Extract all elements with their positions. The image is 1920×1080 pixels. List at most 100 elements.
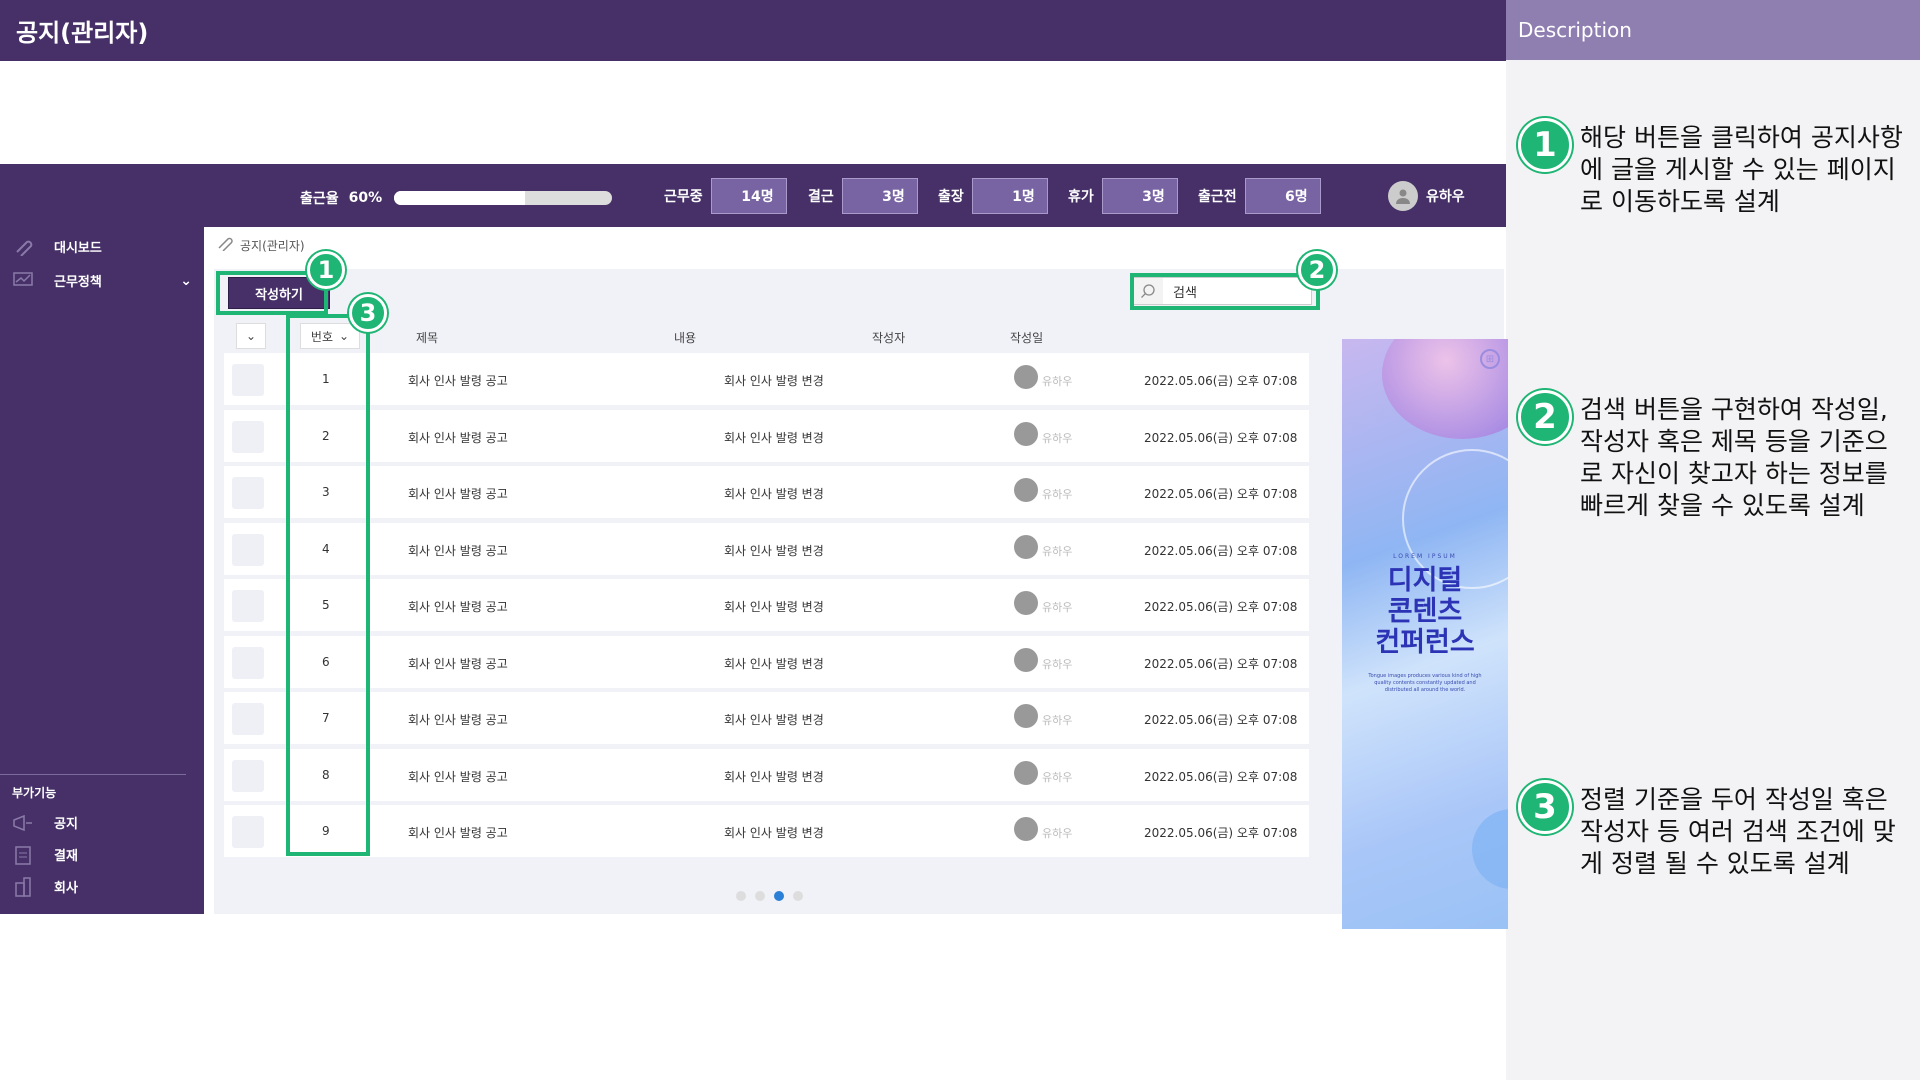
column-header-content[interactable]: 내용 [674, 329, 696, 346]
row-content: 회사 인사 발령 변경 [724, 769, 824, 784]
sidebar-item-notice[interactable]: 공지 [12, 813, 192, 832]
table-row[interactable]: 8 회사 인사 발령 공고 회사 인사 발령 변경 유하우 2022.05.06(금) … [224, 748, 1309, 801]
row-checkbox[interactable] [232, 703, 264, 735]
avatar [1014, 421, 1038, 446]
row-title[interactable]: 회사 인사 발령 공고 [408, 429, 508, 446]
stat-before-work[interactable]: 출근전 6명 [1198, 178, 1321, 214]
avatar [1014, 478, 1038, 502]
row-title[interactable]: 회사 인사 발령 공고 [408, 598, 508, 615]
row-checkbox[interactable] [232, 816, 264, 848]
column-header-date[interactable]: 작성일 [1010, 329, 1043, 346]
avatar [1014, 591, 1038, 615]
row-content: 회사 인사 발령 변경 [724, 374, 824, 388]
avatar [1014, 647, 1038, 672]
sidebar-item-work-policy[interactable]: 근무정책 ⌄ [12, 271, 192, 290]
row-checkbox[interactable] [232, 364, 264, 396]
row-content: 회사 인사 발령 변경 [724, 656, 824, 671]
column-header-author[interactable]: 작성자 [872, 329, 905, 346]
table-row[interactable]: 6 회사 인사 발령 공고 회사 인사 발령 변경 유하우 2022.05.06(금) … [224, 635, 1309, 688]
row-author-name: 유하우 [1042, 375, 1073, 388]
avatar [1014, 365, 1038, 389]
row-author: 유하우 [1014, 647, 1072, 672]
row-author: 유하우 [1014, 591, 1072, 615]
table-row[interactable]: 3 회사 인사 발령 공고 회사 인사 발령 변경 유하우 2022.05.06(금) … [224, 466, 1309, 518]
avatar [1014, 704, 1038, 728]
sidebar-item-dashboard[interactable]: 대시보드 [12, 237, 192, 256]
description-text-2: 검색 버튼을 구현하여 작성일, 작성자 혹은 제목 등을 기준으로 자신이 찾… [1580, 395, 1888, 520]
description-header: Description [1506, 0, 1920, 60]
grid-icon[interactable]: ⊞ [1480, 349, 1500, 369]
row-title[interactable]: 회사 인사 발령 공고 [408, 824, 508, 841]
row-author: 유하우 [1014, 817, 1072, 841]
annotation-highlight-2 [1130, 273, 1320, 310]
row-title[interactable]: 회사 인사 발령 공고 [408, 768, 508, 785]
table-row[interactable]: 9 회사 인사 발령 공고 회사 인사 발령 변경 유하우 2022.05.06(금) … [224, 805, 1309, 857]
row-date: 2022.05.06(금) 오후 07:08 [1144, 826, 1298, 840]
pagination-dot[interactable] [755, 891, 765, 901]
row-title[interactable]: 회사 인사 발령 공고 [408, 711, 508, 728]
screen: 공지(관리자) Description 1 해당 버튼을 클릭하여 공지사항에 … [0, 0, 1920, 1080]
sidebar-item-company[interactable]: 회사 [12, 876, 192, 897]
breadcrumb-label: 공지(관리자) [240, 238, 305, 253]
row-content: 회사 인사 발령 변경 [724, 430, 824, 445]
row-title[interactable]: 회사 인사 발령 공고 [408, 372, 508, 389]
row-content: 회사 인사 발령 변경 [724, 543, 824, 558]
chevron-down-icon[interactable]: ⌄ [236, 323, 266, 349]
attendance-progress-fill [394, 191, 525, 205]
stat-business-trip[interactable]: 출장 1명 [938, 178, 1048, 214]
chart-icon [12, 271, 34, 290]
stat-label: 출장 [938, 189, 964, 205]
description-item-3: 3 정렬 기준을 두어 작성일 혹은 작성자 등 여러 검색 조건에 맞게 정렬… [1518, 780, 1910, 880]
megaphone-icon [12, 814, 34, 832]
pagination-dot[interactable] [736, 891, 746, 901]
stat-working[interactable]: 근무중 14명 [664, 178, 787, 214]
table-row[interactable]: 2 회사 인사 발령 공고 회사 인사 발령 변경 유하우 2022.05.06(금) … [224, 409, 1309, 462]
row-title[interactable]: 회사 인사 발령 공고 [408, 485, 508, 502]
attendance-progress-bar [394, 191, 613, 205]
column-header-title[interactable]: 제목 [416, 329, 438, 346]
row-date: 2022.05.06(금) 오후 07:08 [1144, 656, 1298, 671]
notice-board: 작성하기 검색 ⌄ 번호 ⌄ 제목 내용 작성자 작성일 1 회사 인사 발령 … [214, 269, 1508, 929]
stat-absent[interactable]: 결근 3명 [808, 178, 918, 214]
banner-headline-line: 디지털 [1387, 565, 1463, 596]
row-checkbox[interactable] [232, 590, 264, 622]
row-date: 2022.05.06(금) 오후 07:08 [1144, 769, 1298, 784]
stat-vacation[interactable]: 휴가 3명 [1068, 178, 1178, 214]
chevron-down-icon[interactable]: ⌄ [180, 273, 192, 289]
pagination-dot[interactable] [793, 891, 803, 901]
row-date: 2022.05.06(금) 오후 07:08 [1144, 487, 1298, 501]
user-profile[interactable]: 유하우 [1388, 181, 1465, 211]
building-icon [12, 876, 34, 897]
row-content: 회사 인사 발령 변경 [724, 713, 824, 727]
sidebar-divider [0, 774, 186, 775]
pagination-dot[interactable] [774, 891, 784, 901]
row-checkbox[interactable] [232, 759, 264, 792]
row-date: 2022.05.06(금) 오후 07:08 [1144, 430, 1298, 445]
attendance-rate-value: 60% [348, 190, 383, 206]
row-title[interactable]: 회사 인사 발령 공고 [408, 655, 508, 672]
stat-value: 1명 [971, 178, 1048, 214]
user-icon [1396, 189, 1410, 204]
stat-label: 근무중 [664, 189, 703, 205]
table-row[interactable]: 1 회사 인사 발령 공고 회사 인사 발령 변경 유하우 2022.05.06(금) … [224, 353, 1309, 405]
row-author-name: 유하우 [1042, 544, 1073, 558]
table-row[interactable]: 7 회사 인사 발령 공고 회사 인사 발령 변경 유하우 2022.05.06(금) … [224, 692, 1309, 744]
row-checkbox[interactable] [232, 477, 264, 509]
row-checkbox[interactable] [232, 420, 264, 453]
row-checkbox[interactable] [232, 646, 264, 679]
conference-banner[interactable]: ⊞ LOREM IPSUM 디지털 콘텐츠 컨퍼런스 Tongue images… [1342, 339, 1508, 929]
row-title[interactable]: 회사 인사 발령 공고 [408, 542, 508, 559]
description-panel: Description 1 해당 버튼을 클릭하여 공지사항에 글을 게시할 수… [1506, 0, 1920, 1080]
row-date: 2022.05.06(금) 오후 07:08 [1144, 713, 1298, 727]
row-date: 2022.05.06(금) 오후 07:08 [1144, 374, 1298, 388]
sidebar-item-approval[interactable]: 결재 [12, 845, 192, 865]
table-row[interactable]: 4 회사 인사 발령 공고 회사 인사 발령 변경 유하우 2022.05.06(금) … [224, 522, 1309, 575]
row-date: 2022.05.06(금) 오후 07:08 [1144, 543, 1298, 558]
table-row[interactable]: 5 회사 인사 발령 공고 회사 인사 발령 변경 유하우 2022.05.06(금) … [224, 579, 1309, 631]
row-content: 회사 인사 발령 변경 [724, 826, 824, 840]
row-author: 유하우 [1014, 534, 1073, 559]
row-checkbox[interactable] [232, 533, 264, 566]
stat-value: 14명 [710, 178, 787, 214]
sidebar-item-label: 대시보드 [54, 241, 102, 256]
description-text-1: 해당 버튼을 클릭하여 공지사항에 글을 게시할 수 있는 페이지로 이동하도록… [1580, 123, 1903, 216]
